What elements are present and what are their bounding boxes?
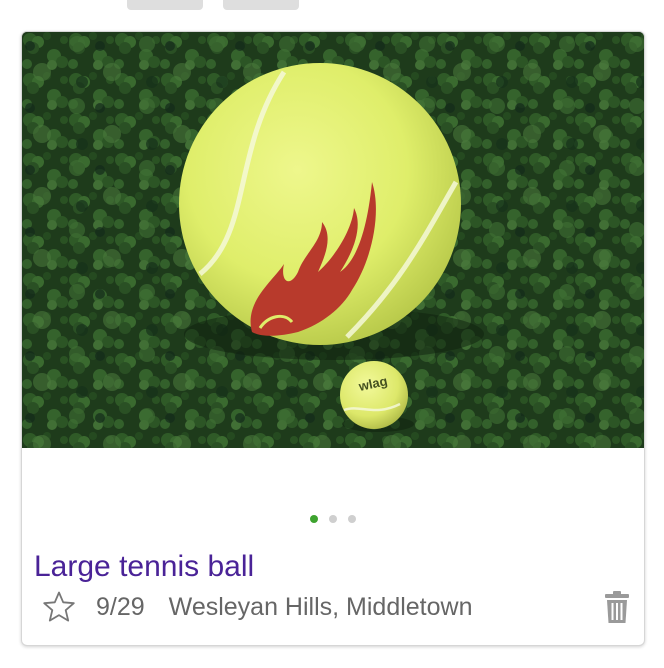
trash-icon[interactable] xyxy=(602,590,632,624)
star-outline-icon[interactable] xyxy=(42,590,76,624)
item-photo-image: wlag xyxy=(22,32,644,448)
carousel-dot[interactable] xyxy=(329,515,337,523)
item-title[interactable]: Large tennis ball xyxy=(34,549,254,585)
carousel-dots xyxy=(22,515,644,523)
carousel-dot[interactable] xyxy=(310,515,318,523)
top-tab-right[interactable] xyxy=(223,0,299,10)
item-meta: 9/29 Wesleyan Hills, Middletown xyxy=(42,588,632,626)
item-date: 9/29 xyxy=(96,592,145,621)
small-tennis-ball xyxy=(340,361,408,429)
top-tab-left[interactable] xyxy=(127,0,203,10)
item-photo[interactable]: wlag xyxy=(22,32,644,448)
item-card[interactable]: wlag Large tennis ball 9/29 Wesleyan Hil… xyxy=(21,31,645,646)
carousel-dot[interactable] xyxy=(348,515,356,523)
item-location: Wesleyan Hills, Middletown xyxy=(168,592,473,621)
